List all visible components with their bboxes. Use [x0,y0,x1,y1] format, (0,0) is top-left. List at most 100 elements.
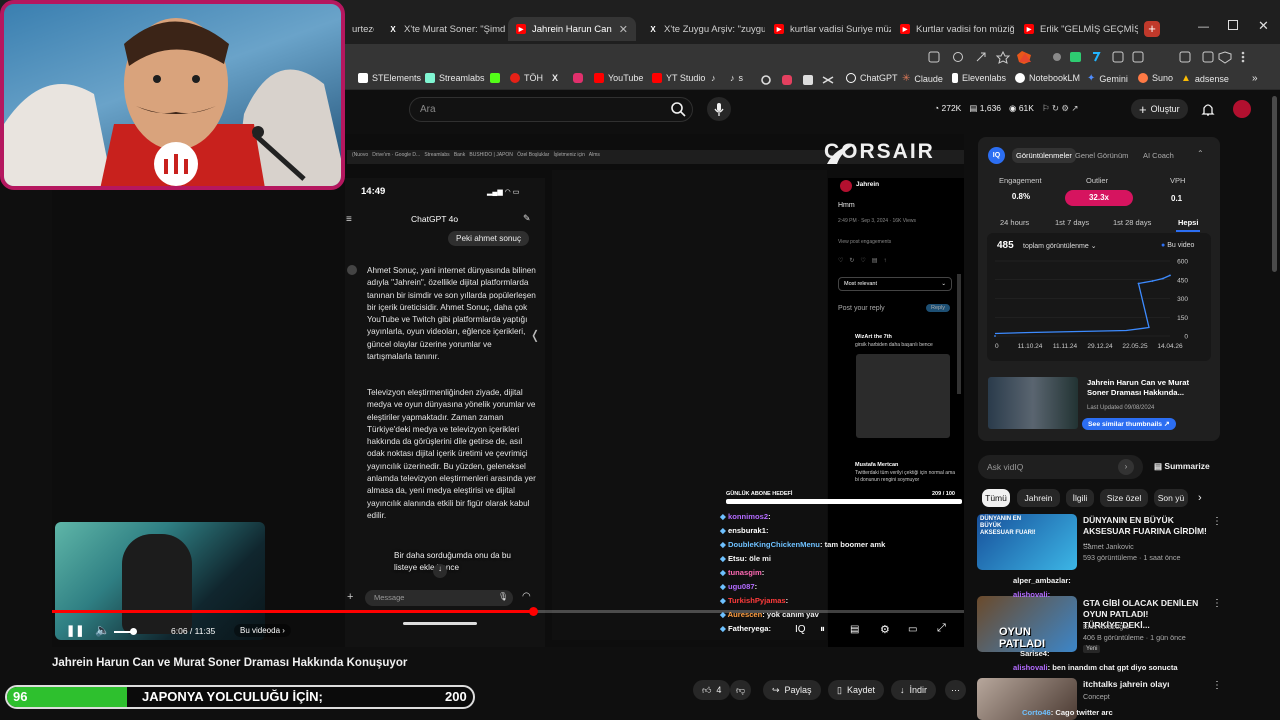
chips-next-icon[interactable]: › [1198,492,1202,504]
reply-text: Twitterdaki tüm verilyi çektiği için nor… [855,470,956,483]
collapse-icon[interactable]: ⌃ [1197,149,1204,158]
download-button[interactable]: ↓ İndir [891,680,937,700]
bookmark-claude[interactable]: ✳ Claude [902,73,943,84]
chat-message: ◆ ugu087: [720,582,758,591]
like-button[interactable]: 👍︎ 4 [693,680,731,700]
bookmark-tiktok-s[interactable]: ♪ s [730,73,743,83]
bookmark-adsense[interactable]: ▲ adsense [1181,73,1229,84]
bookmark-label: YT Studio [666,73,706,83]
browser-tab[interactable]: ▶ Kurtlar vadisi fon müziği [892,18,1014,40]
chip-jahrein[interactable]: Jahrein [1017,489,1060,507]
bookmark-stelements[interactable]: STElements [358,73,421,83]
chip-for-you[interactable]: Size özel [1100,489,1148,507]
range-all[interactable]: Hepsi [1178,218,1198,227]
browser-tab[interactable]: urtezer| [344,18,374,40]
chapter-button[interactable]: Bu videoda › [234,624,291,637]
page-scrollbar[interactable] [1272,96,1277,272]
browser-tab[interactable]: ▶ kurtlar vadisi Suriye müziğ [766,18,891,40]
vidiq-panel: IQ Görüntülenmeler Genel Görünüm AI Coac… [978,137,1220,441]
new-tab-button[interactable]: + [1144,21,1160,37]
chevron-down-icon: ⌄ [941,281,946,287]
thumbnail-text: DÜNYANIN EN BÜYÜK AKSESUAR FUARI! [980,516,1036,536]
chat-user: ugu087 [727,582,755,591]
browser-tab[interactable]: ▶ Erlik "GELMİŞ GEÇMİŞ EN [1016,18,1138,40]
phone-side-arrow-icon: ❬ [530,328,541,342]
close-tab-icon[interactable]: ✕ [619,23,628,36]
chat-message: ◆ Aurescen: yok canım yav [720,610,819,619]
summarize-button[interactable]: ▤ Summarize [1154,461,1210,472]
close-window-button[interactable]: ✕ [1258,18,1269,34]
bookmark-label: s [738,73,744,83]
browser-tab[interactable]: X X'te Murat Soner: "Şimdi [380,18,505,40]
ask-vidiq-input[interactable]: Ask vidIQ › [978,455,1143,479]
bookmark-tiktok[interactable]: ♪ [711,73,716,83]
dislike-button[interactable]: 👎︎ [730,680,752,700]
browser-tab[interactable]: X X'te Zuygu Arşiv: "zuygu n [640,18,765,40]
thumbs-up-icon: 👍︎ [702,684,712,695]
recommendation-menu-icon[interactable]: ⋮ [1212,598,1222,609]
recommendation-channel[interactable]: Concept [1083,692,1110,701]
bookmark-notebooklm[interactable]: NotebookLM [1015,73,1080,83]
summarize-icon: ▤ [1154,461,1163,471]
bookmark-chatgpt[interactable]: ChatGPT [846,73,898,83]
total-views-dropdown[interactable]: toplam görüntülenme ⌄ [1023,242,1097,250]
vidiq-tab-overview[interactable]: Genel Görünüm [1075,151,1128,160]
notebooklm-icon [1015,73,1025,83]
recommendation-thumbnail[interactable]: DÜNYANIN EN BÜYÜK AKSESUAR FUARI! [977,514,1077,570]
recommendation-menu-icon[interactable]: ⋮ [1212,516,1222,527]
recommendation-menu-icon[interactable]: ⋮ [1212,680,1222,691]
cartoon-character-image [4,18,341,186]
recommendation-thumbnail[interactable]: OYUN PATLADI [977,596,1077,652]
chip-recent[interactable]: Son yü [1154,489,1188,507]
chip-related[interactable]: İlgili [1066,489,1094,507]
range-28d[interactable]: 1st 28 days [1113,218,1151,227]
recommendation-channel[interactable]: Samet Jankovic [1083,542,1134,551]
bookmark-toh[interactable]: TÖH [510,73,543,83]
bookmark-elevenlabs[interactable]: Elevenlabs [952,73,1006,83]
tweet-scrollbar [957,274,961,394]
bookmark-instagram[interactable] [573,73,583,83]
bookmarks-overflow-icon[interactable]: » [1252,73,1258,84]
pause-button[interactable]: ❚❚ [66,624,84,637]
stream-chat-overlay: ◆ konnimos2: ◆ ensburak1: ◆ DoubleKingCh… [716,510,976,640]
bookmark-x[interactable]: X [552,73,558,83]
volume-knob[interactable] [130,628,137,635]
bookmark-gemini[interactable]: ✦ Gemini [1087,73,1128,84]
bookmark-label: Claude [914,73,943,84]
chip-all[interactable]: Tümü [982,489,1010,507]
maximize-button[interactable] [1228,20,1238,30]
bookmark-suno[interactable]: Suno [1138,73,1173,83]
browser-tab-active[interactable]: ▶ Jahrein Harun Can ✕ [508,17,636,41]
search-input[interactable]: Ara [409,97,693,122]
create-button[interactable]: + Oluştur [1131,99,1188,119]
bookmark-yt-studio[interactable]: YT Studio [652,73,705,83]
share-button[interactable]: ↪ Paylaş [763,680,821,700]
views-data-point [1151,280,1154,282]
legend-label: Bu video [1167,242,1195,249]
search-button[interactable] [663,97,693,122]
bookmark-kick[interactable] [490,73,500,83]
vidiq-tool-icons[interactable]: ⚐ ↻ ⚙ ↗ [1042,103,1079,114]
outlier-value: 32.3x [1065,190,1133,206]
save-button[interactable]: ▯ Kaydet [828,680,884,700]
range-7d[interactable]: 1st 7 days [1055,218,1089,227]
bookmark-streamlabs[interactable]: Streamlabs [425,73,485,83]
notifications-bell-icon[interactable] [1200,101,1216,117]
recommendation-title[interactable]: itchtalks jahrein olayı [1083,679,1208,690]
voice-search-button[interactable] [707,97,731,121]
similar-thumbnails-button[interactable]: See similar thumbnails ↗ [1082,418,1176,430]
vidiq-tab-ai-coach[interactable]: AI Coach [1143,151,1174,160]
recommendation-channel[interactable]: Enis Kirazoglu [1083,622,1129,631]
chat-message: ◆ Fatheryega: [720,624,772,633]
vidiq-tab-views[interactable]: Görüntülenmeler [1012,148,1076,163]
range-24h[interactable]: 24 hours [1000,218,1029,227]
bookmark-youtube[interactable]: YouTube [594,73,643,83]
volume-button[interactable]: 🔈 [95,623,110,637]
progress-scrubber[interactable] [528,607,538,616]
send-icon[interactable]: › [1118,459,1134,475]
minimize-button[interactable]: — [1198,21,1209,33]
video-thumbnail-preview[interactable] [988,377,1078,429]
more-actions-button[interactable]: ⋯ [945,680,966,700]
tweet-engagements-link: View post engagements [838,239,892,245]
account-avatar[interactable] [1233,100,1251,118]
